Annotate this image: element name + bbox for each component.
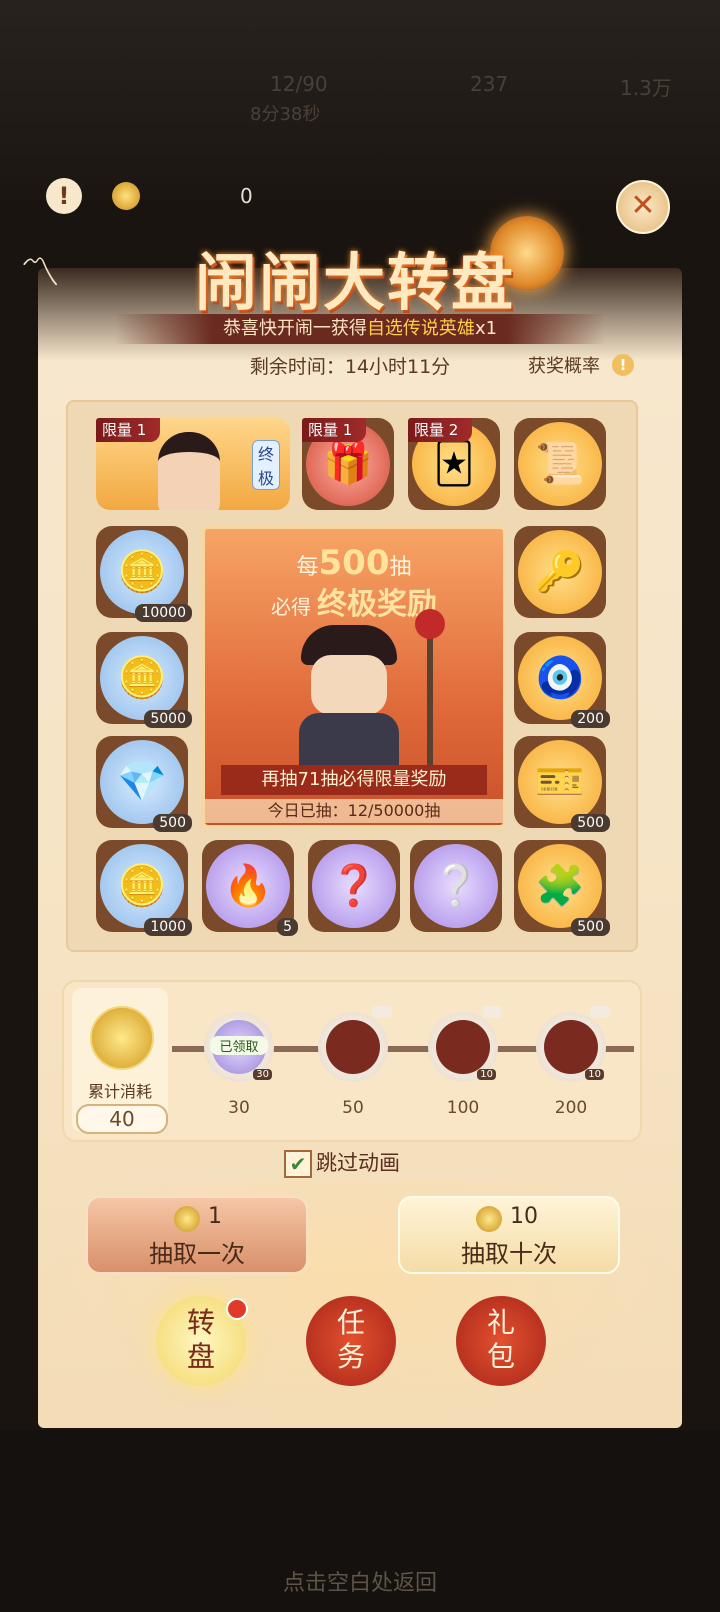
close-button[interactable]: ✕ <box>616 180 670 234</box>
notification-dot <box>226 1298 248 1320</box>
milestone-badge: 10 <box>477 1069 496 1080</box>
milestone-reward-50[interactable] <box>318 1006 392 1082</box>
prize-coin-5000[interactable]: 🪙 5000 <box>96 632 192 728</box>
hud-timer: 8分38秒 <box>250 104 321 125</box>
lock-icon <box>482 1006 502 1018</box>
draw-once-cost: 1 <box>208 1204 222 1229</box>
probability-info-icon[interactable]: ! <box>612 354 634 376</box>
hud-gold: 1.3万 <box>620 76 672 100</box>
lock-icon <box>372 1006 392 1018</box>
draw-once-label: 抽取一次 <box>149 1240 245 1268</box>
hud-energy: 12/90 <box>270 72 328 96</box>
mystery-card-icon: ❔ <box>431 863 481 909</box>
center-line-2-prefix: 必得 <box>271 595 311 619</box>
limit-badge: 限量 1 <box>302 418 367 442</box>
center-line-1: 每500抽 <box>205 543 503 583</box>
draw-ten-button[interactable]: 10 抽取十次 <box>398 1196 620 1274</box>
prize-quantity: 500 <box>571 918 610 936</box>
prize-quantity: 500 <box>153 814 192 832</box>
milestone-reward-200[interactable]: 10 <box>536 1006 610 1082</box>
milestone-badge: 10 <box>585 1069 604 1080</box>
prize-quantity: 500 <box>571 814 610 832</box>
prize-scroll[interactable]: 📜 <box>514 418 606 510</box>
draw-ten-label: 抽取十次 <box>461 1240 557 1268</box>
coin-icon <box>112 182 140 210</box>
background-hud: 12/90 237 1.3万 8分38秒 <box>0 60 720 180</box>
probability-link[interactable]: 获奖概率 <box>528 352 600 378</box>
milestone-label: 200 <box>554 1098 588 1118</box>
hud-gems: 237 <box>470 72 509 96</box>
pity-banner: 再抽71抽必得限量奖励 <box>221 765 487 795</box>
ultimate-tag: 终极 <box>252 440 280 490</box>
prize-wheel-grid: 终极 限量 1 🎁 限量 1 🃏 限量 2 📜 🪙 10000 🪙 5000 💎… <box>66 400 638 952</box>
prize-quantity: 200 <box>571 710 610 728</box>
prize-quantity: 5000 <box>144 710 192 728</box>
checkbox-checked-icon[interactable]: ✔ <box>284 1150 312 1178</box>
gold-coin-icon <box>90 1006 154 1070</box>
prize-crystal-500[interactable]: 💎 500 <box>96 736 192 832</box>
milestone-label: 100 <box>446 1098 480 1118</box>
event-title: 闹闹大转盘 <box>194 246 515 319</box>
tab-gifts-label: 礼 包 <box>486 1306 515 1373</box>
claimed-tag: 已领取 <box>210 1036 268 1055</box>
center-line-2: 必得 终极奖励 <box>271 579 437 623</box>
ultimate-hero-art <box>295 625 405 773</box>
skip-animation-label: 跳过动画 <box>316 1151 400 1175</box>
key-icon: 🔑 <box>535 549 585 595</box>
draw-once-button[interactable]: 1 抽取一次 <box>86 1196 308 1274</box>
coin-icon <box>174 1206 200 1232</box>
limit-badge: 限量 2 <box>408 418 473 442</box>
milestone-badge: 30 <box>253 1069 272 1080</box>
draw-ten-cost: 10 <box>510 1204 538 1229</box>
coin-count: 0 <box>240 184 253 208</box>
prize-coin-1000[interactable]: 🪙 1000 <box>96 840 192 936</box>
coin-icon <box>476 1206 502 1232</box>
prize-fragment-500[interactable]: 🧩 500 <box>514 840 610 936</box>
cumulative-consumption-panel: 累计消耗 40 已领取 30 30 50 10 100 10 200 <box>62 980 642 1142</box>
broadcast-prefix: 恭喜快开闹一获得 <box>222 318 367 339</box>
milestone-label: 50 <box>342 1098 364 1118</box>
prize-coin-10000[interactable]: 🪙 10000 <box>96 526 192 622</box>
prize-key[interactable]: 🔑 <box>514 526 606 618</box>
milestone-label: 30 <box>228 1098 250 1118</box>
prize-mystery-card[interactable]: ❔ <box>410 840 502 932</box>
title-banner: 闹闹大转盘 <box>140 222 570 319</box>
consume-label: 累计消耗 <box>87 1082 152 1101</box>
prize-quantity: 5 <box>277 918 298 936</box>
prize-quantity: 10000 <box>135 604 192 622</box>
limit-badge: 限量 1 <box>96 418 161 442</box>
milestone-reward-100[interactable]: 10 <box>428 1006 502 1082</box>
broadcast-suffix: x1 <box>474 318 498 339</box>
broadcast-highlight: 自选传说英雄 <box>366 318 475 339</box>
hero-portrait-icon <box>158 432 220 510</box>
lock-icon <box>590 1006 610 1018</box>
swallow-decoration-icon: 〽 <box>20 250 60 296</box>
prize-quantity: 1000 <box>144 918 192 936</box>
center-line-1-suffix: 抽 <box>389 555 412 580</box>
today-draw-count: 今日已抽：12/50000抽 <box>205 799 503 823</box>
ultimate-reward-panel[interactable]: 每500抽 必得 终极奖励 再抽71抽必得限量奖励 今日已抽：12/50000抽 <box>202 526 506 828</box>
tab-tasks[interactable]: 任 务 <box>306 1296 396 1386</box>
prize-flame-5[interactable]: 🔥 5 <box>202 840 298 936</box>
consume-summary: 累计消耗 40 <box>72 988 168 1134</box>
center-draw-count: 500 <box>318 543 390 583</box>
tab-gifts[interactable]: 礼 包 <box>456 1296 546 1386</box>
tap-to-return-hint[interactable]: 点击空白处返回 <box>0 1565 720 1597</box>
remaining-time: 剩余时间：14小时11分 <box>249 356 451 378</box>
milestone-reward-30[interactable]: 已领取 30 <box>204 1012 274 1082</box>
tab-spin[interactable]: 转 盘 <box>156 1296 248 1386</box>
prize-token-500[interactable]: 🎫 500 <box>514 736 610 832</box>
prize-mystery-bag[interactable]: ❓ <box>308 840 400 932</box>
tab-tasks-label: 任 务 <box>336 1306 365 1373</box>
prize-jade-200[interactable]: 🧿 200 <box>514 632 610 728</box>
broadcast-marquee: 恭喜快开闹一获得自选传说英雄x1 <box>115 314 605 344</box>
consume-value: 40 <box>76 1104 168 1134</box>
info-icon[interactable]: ! <box>46 178 82 214</box>
mystery-bag-icon: ❓ <box>329 863 379 909</box>
center-line-1-prefix: 每 <box>296 555 319 580</box>
scroll-icon: 📜 <box>535 441 585 487</box>
